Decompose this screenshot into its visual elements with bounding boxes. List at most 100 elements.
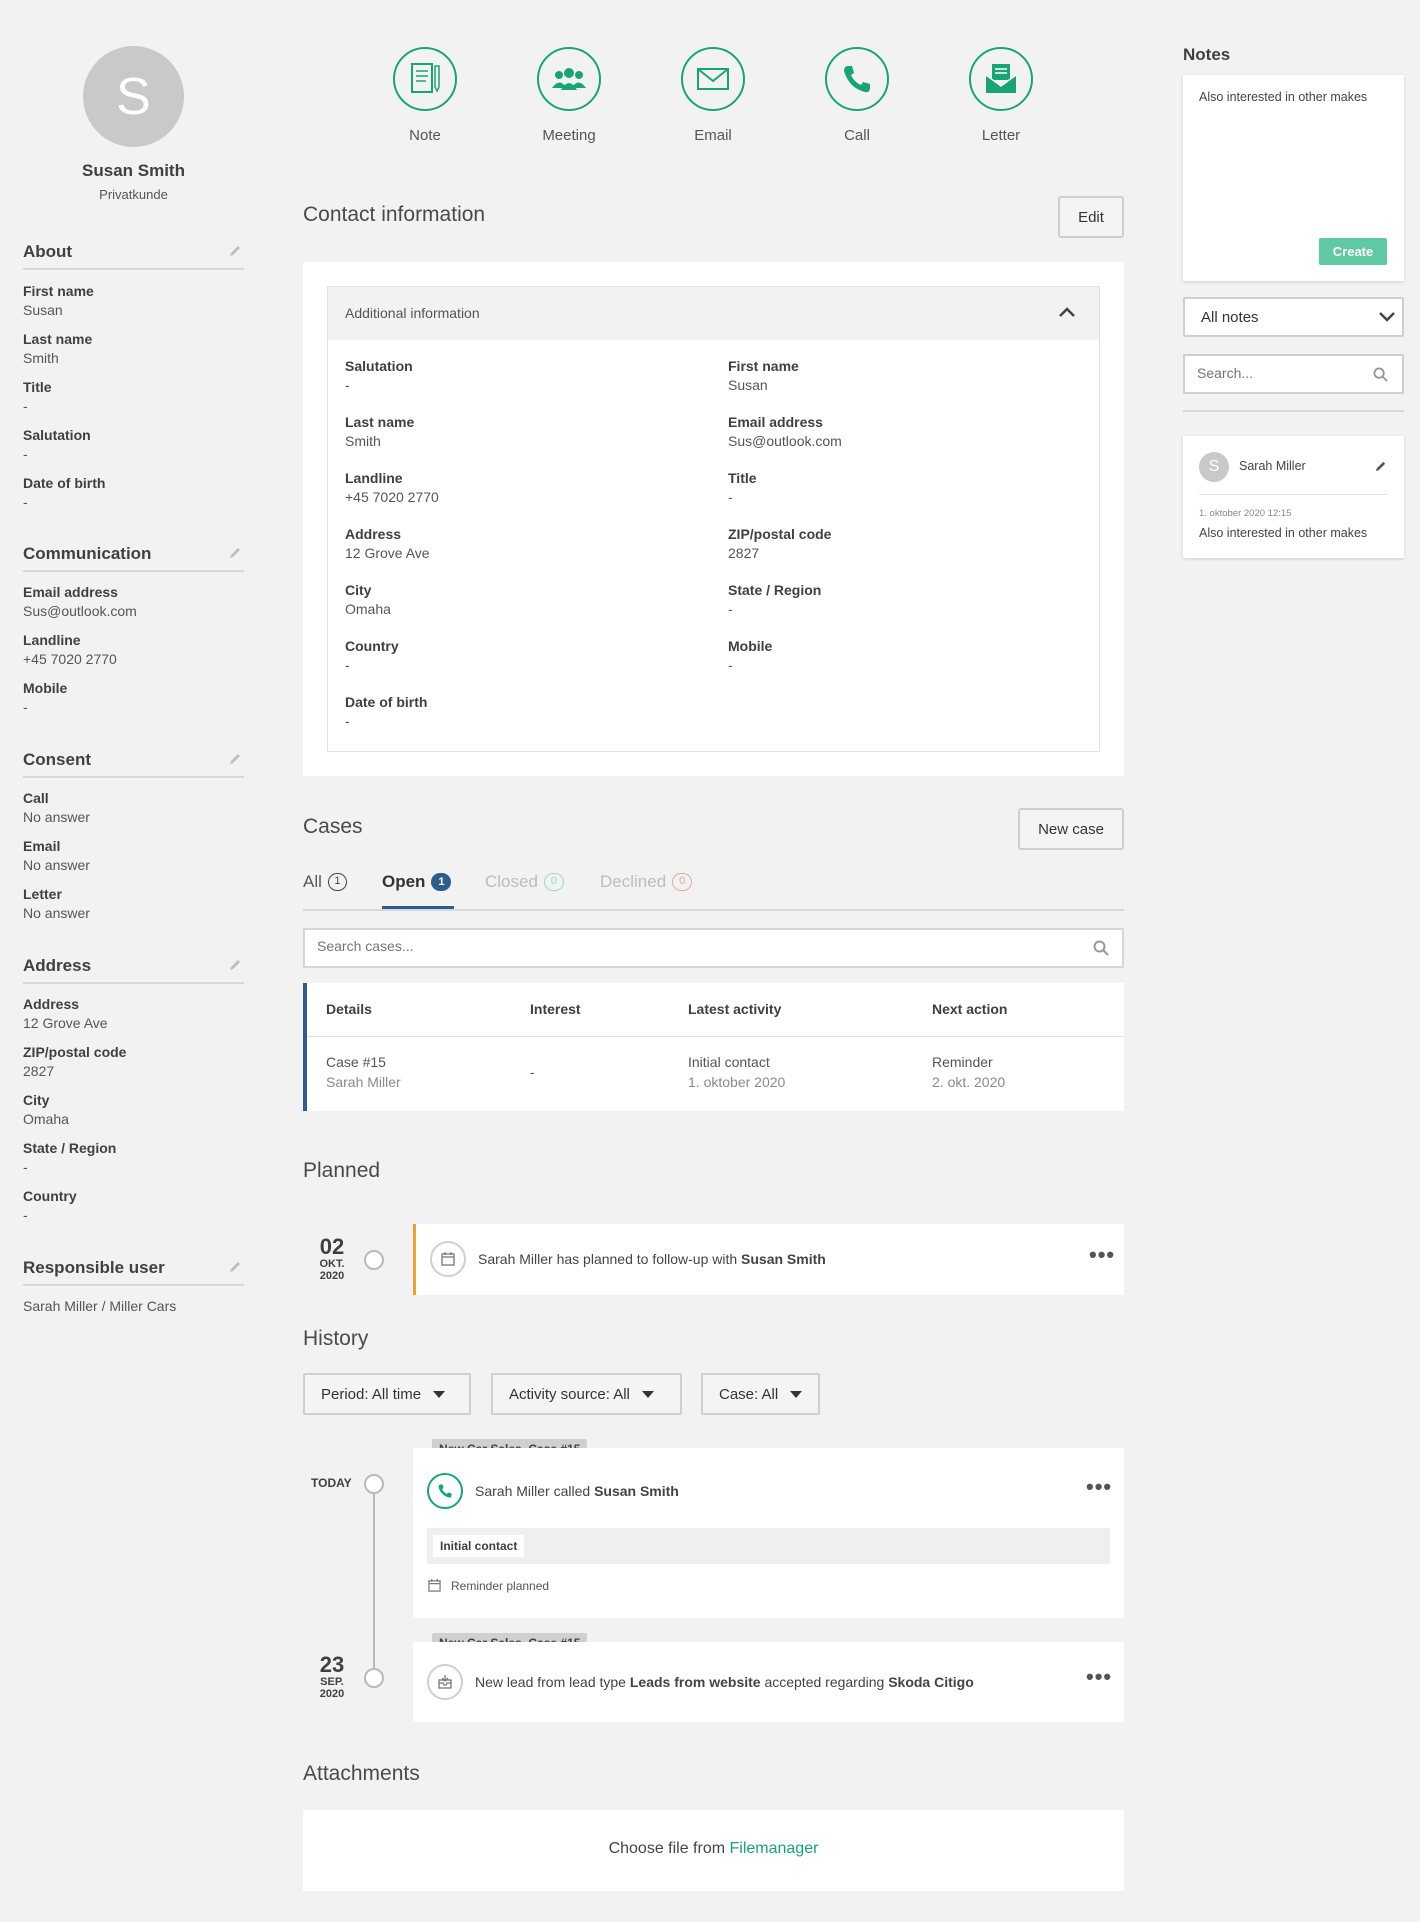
tab-declined[interactable]: Declined 0	[600, 872, 693, 892]
address-value: 2827	[23, 1063, 55, 1079]
case-link[interactable]: Case #15	[326, 1054, 386, 1070]
tab-closed[interactable]: Closed 0	[485, 872, 564, 892]
contact-value: -	[345, 377, 350, 393]
address-label: ZIP/postal code	[23, 1044, 127, 1060]
lead-vehicle: Skoda Citigo	[888, 1674, 974, 1690]
history-item-lead[interactable]: New lead from lead type Leads from websi…	[413, 1642, 1124, 1722]
note-action[interactable]: Note	[375, 47, 475, 144]
notes-filter[interactable]: All notes	[1183, 297, 1404, 337]
cases-table: Details Interest Latest activity Next ac…	[303, 983, 1124, 1111]
column-header: Details	[326, 1001, 372, 1017]
meeting-action[interactable]: Meeting	[519, 47, 619, 144]
email-link[interactable]: Sus@outlook.com	[23, 603, 137, 619]
search-cases-input[interactable]	[317, 938, 1057, 954]
about-value: Smith	[23, 350, 59, 366]
search-cases-field[interactable]	[303, 928, 1124, 968]
notes-title: Notes	[1183, 45, 1231, 64]
case-owner: Sarah Miller	[326, 1074, 401, 1090]
about-title: About	[23, 242, 73, 261]
about-value: Susan	[23, 302, 63, 318]
about-heading: About	[23, 242, 244, 270]
meeting-action-label: Meeting	[542, 127, 596, 144]
attachments-prompt: Choose file from	[608, 1840, 730, 1857]
address-value: 12 Grove Ave	[23, 1015, 108, 1031]
responsible-heading: Responsible user	[23, 1258, 244, 1286]
contact-card: Additional information Salutation - Last…	[303, 262, 1124, 776]
planned-date: 02 OKT. 2020	[310, 1236, 354, 1283]
note-draft-text[interactable]: Also interested in other makes	[1199, 90, 1389, 104]
address-heading: Address	[23, 956, 244, 984]
about-label: Date of birth	[23, 475, 106, 491]
tabs-divider	[303, 909, 1124, 911]
letter-action-label: Letter	[981, 127, 1021, 144]
contact-email-link[interactable]: Sus@outlook.com	[728, 433, 842, 449]
more-icon[interactable]: •••	[1089, 1242, 1115, 1268]
cases-title: Cases	[303, 815, 363, 838]
table-row[interactable]: Case #15 Sarah Miller - Initial contact …	[307, 1037, 1124, 1111]
more-icon[interactable]: •••	[1086, 1664, 1112, 1690]
case-activity-date: 1. oktober 2020	[688, 1074, 786, 1090]
edit-about-icon[interactable]	[228, 244, 242, 258]
contact-label: Salutation	[345, 358, 413, 374]
history-call-contact: Susan Smith	[594, 1483, 679, 1499]
tab-open[interactable]: Open 1	[382, 872, 452, 892]
email-icon[interactable]	[681, 47, 745, 111]
attachments-text: Choose file from Filemanager	[303, 1840, 1124, 1858]
history-date: 23 SEP. 2020	[310, 1654, 354, 1701]
edit-consent-icon[interactable]	[228, 752, 242, 766]
edit-communication-icon[interactable]	[228, 546, 242, 560]
email-action[interactable]: Email	[663, 47, 763, 144]
filemanager-link[interactable]: Filemanager	[730, 1840, 819, 1857]
attachments-title: Attachments	[303, 1762, 420, 1785]
communication-value: -	[23, 699, 28, 715]
about-label: Title	[23, 379, 52, 395]
chevron-down-icon	[1379, 312, 1395, 322]
letter-action[interactable]: Letter	[951, 47, 1051, 144]
notes-search-field[interactable]	[1183, 354, 1404, 394]
panel-header[interactable]: Additional information	[328, 287, 1099, 340]
about-value: -	[23, 446, 28, 462]
edit-responsible-icon[interactable]	[228, 1260, 242, 1274]
communication-heading: Communication	[23, 544, 244, 572]
note-icon[interactable]	[393, 47, 457, 111]
consent-label: Call	[23, 790, 49, 806]
new-case-button[interactable]: New case	[1018, 808, 1124, 850]
consent-heading: Consent	[23, 750, 244, 778]
note-text: Also interested in other makes	[1199, 526, 1368, 540]
chevron-up-icon[interactable]	[1058, 305, 1076, 319]
panel-title: Additional information	[345, 305, 480, 321]
more-icon[interactable]: •••	[1086, 1474, 1112, 1500]
consent-value: No answer	[23, 857, 90, 873]
case-filter[interactable]: Case: All	[701, 1373, 820, 1415]
caret-down-icon	[790, 1390, 803, 1398]
activity-source-filter-label: Activity source: All	[509, 1385, 630, 1403]
additional-info-panel: Additional information	[327, 286, 1100, 752]
contact-label: City	[345, 582, 372, 598]
activity-source-filter[interactable]: Activity source: All	[491, 1373, 682, 1415]
history-item-call[interactable]: Sarah Miller called Susan Smith ••• Init…	[413, 1448, 1124, 1618]
planned-text-contact: Susan Smith	[741, 1251, 826, 1267]
note-editor[interactable]: Also interested in other makes Create	[1183, 75, 1404, 281]
call-action[interactable]: Call	[807, 47, 907, 144]
consent-title: Consent	[23, 750, 91, 769]
contact-label: Mobile	[728, 638, 773, 654]
case-interest: -	[530, 1064, 535, 1080]
search-icon[interactable]	[1093, 940, 1109, 956]
call-icon[interactable]	[825, 47, 889, 111]
create-note-button[interactable]: Create	[1319, 238, 1387, 265]
tab-declined-count: 0	[672, 873, 693, 891]
call-action-label: Call	[844, 127, 870, 144]
edit-note-icon[interactable]	[1374, 460, 1387, 473]
search-icon[interactable]	[1373, 367, 1388, 382]
edit-address-icon[interactable]	[228, 958, 242, 972]
letter-icon[interactable]	[969, 47, 1033, 111]
planned-card[interactable]: Sarah Miller has planned to follow-up wi…	[413, 1224, 1124, 1295]
tab-all[interactable]: All 1	[303, 872, 347, 892]
meeting-icon[interactable]	[537, 47, 601, 111]
notes-search-input[interactable]	[1197, 365, 1357, 381]
case-filter-label: Case: All	[719, 1385, 779, 1403]
edit-button[interactable]: Edit	[1058, 196, 1124, 238]
address-label: City	[23, 1092, 50, 1108]
period-filter[interactable]: Period: All time	[303, 1373, 471, 1415]
timeline-line	[373, 1493, 375, 1679]
